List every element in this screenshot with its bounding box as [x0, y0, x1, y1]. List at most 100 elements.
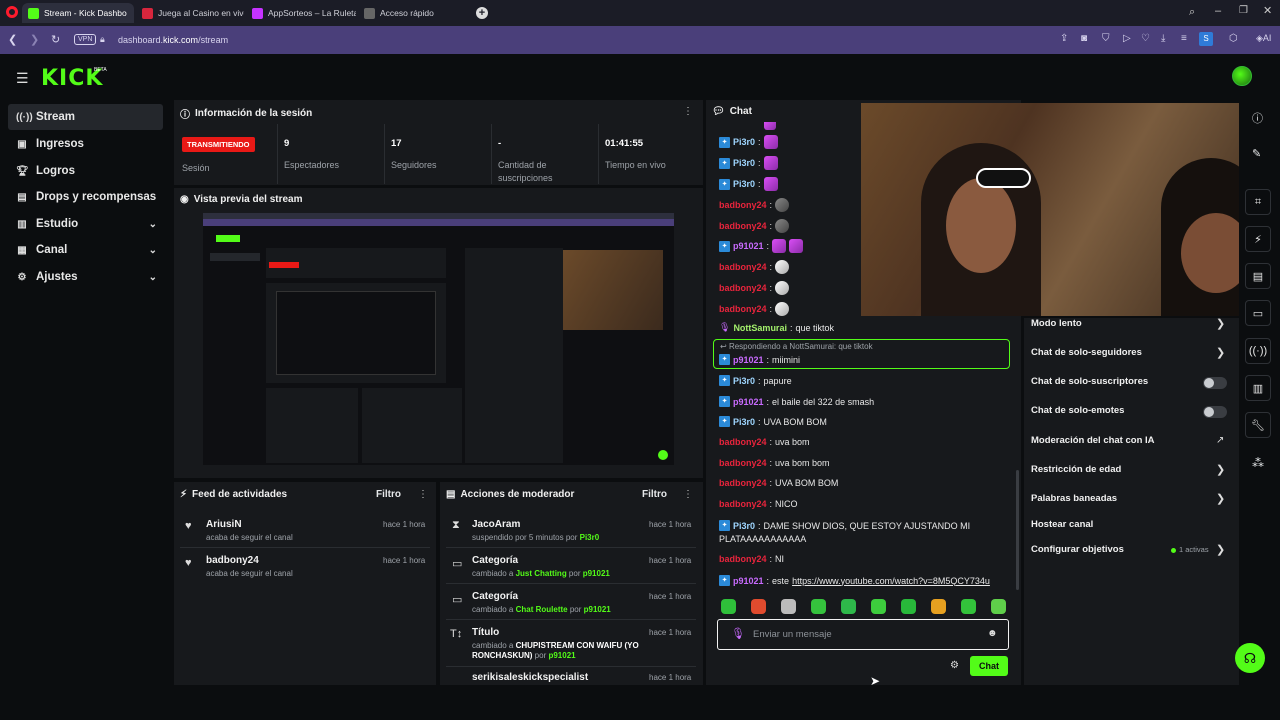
support-headset-icon[interactable]: ☊: [1235, 643, 1265, 673]
heart-icon[interactable]: ♡: [1141, 33, 1150, 44]
chat-username[interactable]: p91021: [733, 241, 764, 251]
mod-action-title[interactable]: Título: [472, 627, 499, 638]
chat-username[interactable]: badbony24: [719, 554, 767, 564]
aria-ai-button[interactable]: ◈AI: [1256, 33, 1271, 44]
chat-link[interactable]: https://www.youtube.com/watch?v=8M5QCY73…: [792, 576, 990, 586]
mod-by-user[interactable]: p91021: [584, 605, 611, 614]
hamburger-menu-icon[interactable]: ☰: [16, 70, 29, 87]
toggle-switch[interactable]: [1203, 406, 1227, 418]
emote-picker-icon[interactable]: [811, 599, 826, 614]
chat-setting-label[interactable]: Palabras baneadas: [1031, 493, 1117, 504]
chevron-right-icon[interactable]: ❯: [1216, 543, 1225, 556]
mod-filter-button[interactable]: Filtro: [642, 489, 667, 500]
mod-by-user[interactable]: Pi3r0: [580, 533, 600, 542]
sidebar-item-drops[interactable]: ▤ Drops y recompensas: [8, 184, 163, 210]
emote-picker-icon[interactable]: [781, 599, 796, 614]
minimize-icon[interactable]: –: [1215, 5, 1221, 17]
maximize-icon[interactable]: ❐: [1239, 5, 1248, 16]
tab-kick-dashboard[interactable]: Stream - Kick Dashbo: [22, 3, 134, 23]
external-link-icon[interactable]: ↗: [1216, 435, 1224, 446]
mod-action-title[interactable]: Categoría: [472, 591, 518, 602]
webcam-overlay[interactable]: [861, 103, 1239, 316]
opera-logo-icon[interactable]: [6, 6, 18, 18]
back-icon[interactable]: ❮: [8, 33, 17, 46]
emote-picker-icon[interactable]: [871, 599, 886, 614]
tab-casino[interactable]: Juega al Casino en vivo O: [136, 3, 244, 23]
chevron-right-icon[interactable]: ❯: [1216, 317, 1225, 330]
tab-speed-dial[interactable]: Acceso rápido: [358, 3, 468, 23]
menu-icon[interactable]: ≡: [1181, 33, 1187, 44]
shield-icon[interactable]: ⛉: [1102, 33, 1110, 44]
chat-setting-label[interactable]: Hostear canal: [1031, 519, 1093, 530]
emote-picker-icon[interactable]: [721, 599, 736, 614]
chevron-right-icon[interactable]: ❯: [1216, 463, 1225, 476]
chat-username[interactable]: NottSamurai: [733, 323, 787, 333]
chat-setting-label[interactable]: Configurar objetivos: [1031, 544, 1124, 555]
chat-username[interactable]: badbony24: [719, 200, 767, 210]
emote-picker-icon[interactable]: [991, 599, 1006, 614]
chat-username[interactable]: badbony24: [719, 221, 767, 231]
chat-username[interactable]: badbony24: [719, 458, 767, 468]
sidebar-item-canal[interactable]: ▦ Canal ⌄: [8, 237, 163, 263]
sidebar-item-logros[interactable]: 🏆︎ Logros: [8, 158, 163, 184]
emote-picker-icon[interactable]: [751, 599, 766, 614]
chat-username[interactable]: Pi3r0: [733, 521, 755, 531]
layout-icon[interactable]: ▥: [1245, 375, 1271, 401]
chat-username[interactable]: Pi3r0: [733, 158, 755, 168]
activity-user[interactable]: AriusiN: [206, 519, 242, 530]
chat-settings-gear-icon[interactable]: ⚙: [950, 660, 959, 671]
chat-username[interactable]: Pi3r0: [733, 137, 755, 147]
wrench-icon[interactable]: 🔧︎: [1245, 412, 1271, 438]
download-icon[interactable]: ⤓: [1161, 33, 1165, 44]
activity-filter-button[interactable]: Filtro: [376, 489, 401, 500]
forward-icon[interactable]: ❯: [30, 33, 39, 46]
send-chat-button[interactable]: Chat: [970, 656, 1008, 676]
apps-icon[interactable]: ⁂: [1252, 456, 1264, 470]
mod-by-user[interactable]: p91021: [583, 569, 610, 578]
chat-username[interactable]: badbony24: [719, 304, 767, 314]
chat-username[interactable]: p91021: [733, 355, 764, 365]
microphone-icon[interactable]: 🎙︎: [731, 627, 745, 640]
toggle-switch[interactable]: [1203, 377, 1227, 389]
scan-icon[interactable]: ⌗: [1245, 189, 1271, 215]
chat-username[interactable]: p91021: [733, 576, 764, 586]
info-icon[interactable]: ⓘ: [1252, 110, 1263, 126]
chat-scrollbar[interactable]: [1016, 470, 1019, 590]
search-icon[interactable]: ⌕: [1189, 6, 1195, 19]
chat-setting-label[interactable]: Restricción de edad: [1031, 464, 1121, 475]
activity-menu-icon[interactable]: ⋮: [418, 489, 428, 500]
url-field[interactable]: dashboard.kick.com/stream: [118, 35, 228, 45]
sidebar-item-ajustes[interactable]: ⚙ Ajustes ⌄: [8, 264, 163, 290]
chat-setting-label[interactable]: Chat de solo-emotes: [1031, 405, 1124, 416]
emote-picker-icon[interactable]: [841, 599, 856, 614]
tab-appsorteos[interactable]: AppSorteos – La Ruleta de: [246, 3, 356, 23]
chevron-right-icon[interactable]: ❯: [1216, 492, 1225, 505]
chat-setting-label[interactable]: Chat de solo-suscriptores: [1031, 376, 1148, 387]
chat-setting-label[interactable]: Chat de solo-seguidores: [1031, 347, 1142, 358]
chat-username[interactable]: p91021: [733, 397, 764, 407]
edit-icon[interactable]: ✎: [1252, 147, 1261, 160]
mod-by-user[interactable]: p91021: [548, 651, 575, 660]
chat-username[interactable]: Pi3r0: [733, 417, 755, 427]
mod-action-title[interactable]: Categoría: [472, 555, 518, 566]
chat-username[interactable]: badbony24: [719, 262, 767, 272]
user-avatar[interactable]: [1232, 66, 1252, 86]
mod-menu-icon[interactable]: ⋮: [683, 489, 693, 500]
close-icon[interactable]: ✕: [1263, 4, 1272, 17]
emote-picker-icon[interactable]: [901, 599, 916, 614]
chat-username[interactable]: badbony24: [719, 499, 767, 509]
activity-user[interactable]: badbony24: [206, 555, 259, 566]
document-icon[interactable]: ▤: [1245, 263, 1271, 289]
mod-action-title[interactable]: JacoAram: [472, 519, 520, 530]
mod-action-title[interactable]: serikisaleskickspecialist: [472, 672, 588, 683]
broadcast-icon[interactable]: ((·)): [1245, 338, 1271, 364]
emoji-icon[interactable]: ☻: [987, 628, 998, 639]
chat-username[interactable]: Pi3r0: [733, 376, 755, 386]
sidebar-item-estudio[interactable]: ▥ Estudio ⌄: [8, 211, 163, 237]
emote-picker-icon[interactable]: [961, 599, 976, 614]
chat-username[interactable]: badbony24: [719, 478, 767, 488]
vpn-badge[interactable]: VPN: [74, 34, 97, 45]
new-tab-icon[interactable]: +: [476, 7, 488, 19]
chat-icon[interactable]: ▭: [1245, 300, 1271, 326]
profile-avatar[interactable]: S: [1199, 32, 1213, 46]
